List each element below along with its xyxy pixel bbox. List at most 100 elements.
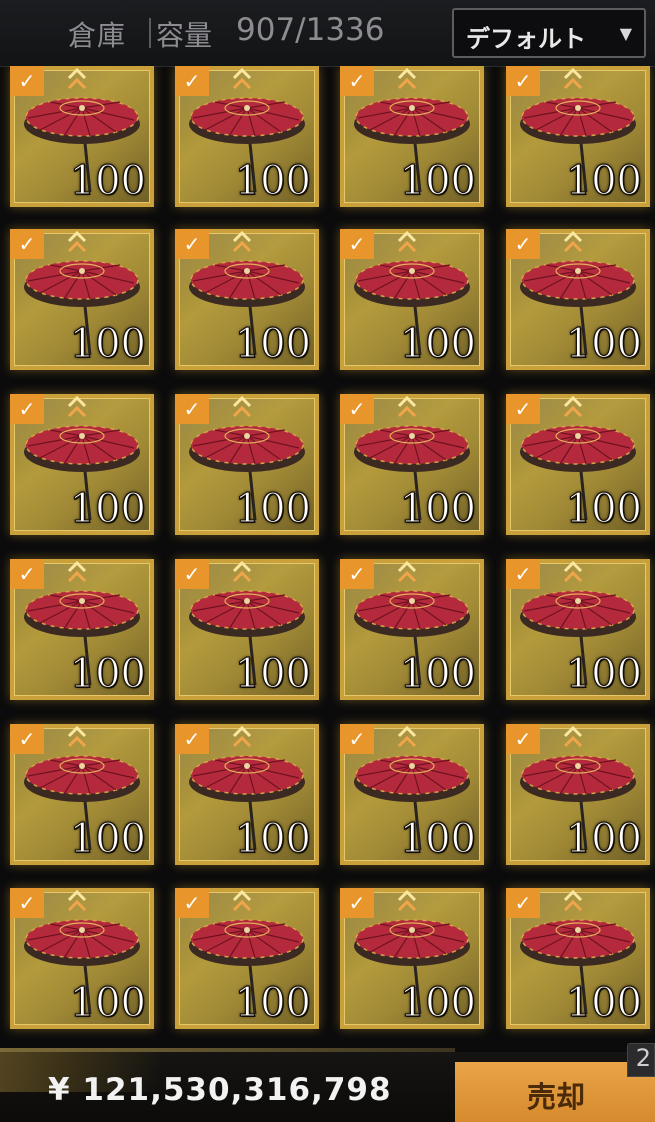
rank-up-chevron-icon <box>67 395 87 418</box>
item-slot[interactable]: ✓ 100 <box>340 229 484 370</box>
item-quantity: 100 <box>565 158 643 204</box>
rank-up-chevron-icon <box>67 230 87 253</box>
rank-up-chevron-icon <box>232 560 252 583</box>
item-slot[interactable]: ✓ 100 <box>340 559 484 700</box>
checkmark-icon[interactable]: ✓ <box>340 229 374 259</box>
item-quantity: 100 <box>234 816 312 862</box>
item-quantity: 100 <box>234 486 312 532</box>
item-slot[interactable]: ✓ 100 <box>506 229 650 370</box>
item-quantity: 100 <box>399 816 477 862</box>
rank-up-chevron-icon <box>397 67 417 90</box>
checkmark-icon[interactable]: ✓ <box>506 229 540 259</box>
item-slot[interactable]: ✓ 100 <box>10 724 154 865</box>
rank-up-chevron-icon <box>232 725 252 748</box>
checkmark-icon[interactable]: ✓ <box>10 229 44 259</box>
item-quantity: 100 <box>69 651 147 697</box>
item-slot[interactable]: ✓ 100 <box>175 394 319 535</box>
item-quantity: 100 <box>69 321 147 367</box>
rank-up-chevron-icon <box>563 230 583 253</box>
checkmark-icon[interactable]: ✓ <box>506 394 540 424</box>
checkmark-icon[interactable]: ✓ <box>340 559 374 589</box>
item-slot[interactable]: ✓ 100 <box>10 229 154 370</box>
warehouse-title: 倉庫 <box>68 19 127 52</box>
checkmark-icon[interactable]: ✓ <box>175 66 209 96</box>
checkmark-icon[interactable]: ✓ <box>506 888 540 918</box>
item-quantity: 100 <box>234 321 312 367</box>
rank-up-chevron-icon <box>563 395 583 418</box>
rank-up-chevron-icon <box>232 67 252 90</box>
item-slot[interactable]: ✓ 100 <box>175 724 319 865</box>
rank-up-chevron-icon <box>232 889 252 912</box>
item-slot[interactable]: ✓ 100 <box>175 888 319 1029</box>
item-slot[interactable]: ✓ 100 <box>175 559 319 700</box>
item-quantity: 100 <box>565 486 643 532</box>
checkmark-icon[interactable]: ✓ <box>175 724 209 754</box>
checkmark-icon[interactable]: ✓ <box>10 888 44 918</box>
rank-up-chevron-icon <box>397 725 417 748</box>
checkmark-icon[interactable]: ✓ <box>10 66 44 96</box>
item-quantity: 100 <box>399 321 477 367</box>
sell-button[interactable]: 売却 <box>455 1062 655 1122</box>
item-slot[interactable]: ✓ 100 <box>10 394 154 535</box>
item-slot[interactable]: ✓ 100 <box>506 888 650 1029</box>
rank-up-chevron-icon <box>563 889 583 912</box>
item-slot[interactable]: ✓ 100 <box>10 559 154 700</box>
rank-up-chevron-icon <box>232 395 252 418</box>
item-slot[interactable]: ✓ 100 <box>10 66 154 207</box>
item-slot[interactable]: ✓ 100 <box>506 559 650 700</box>
checkmark-icon[interactable]: ✓ <box>340 724 374 754</box>
rank-up-chevron-icon <box>563 560 583 583</box>
rank-up-chevron-icon <box>563 67 583 90</box>
header-divider <box>149 18 151 48</box>
item-slot[interactable]: ✓ 100 <box>175 66 319 207</box>
item-quantity: 100 <box>399 158 477 204</box>
sort-dropdown[interactable]: デフォルト ▼ <box>452 8 646 58</box>
item-quantity: 100 <box>69 158 147 204</box>
item-slot[interactable]: ✓ 100 <box>506 394 650 535</box>
money-amount: 121,530,316,798 <box>82 1072 392 1108</box>
item-slot[interactable]: ✓ 100 <box>506 724 650 865</box>
rank-up-chevron-icon <box>67 889 87 912</box>
checkmark-icon[interactable]: ✓ <box>506 724 540 754</box>
item-quantity: 100 <box>565 651 643 697</box>
item-grid: ✓ 100 ✓ 100 ✓ 100 ✓ 100 ✓ 100 ✓ 100 ✓ 10… <box>0 66 655 1038</box>
money-display: ¥ 121,530,316,798 <box>48 1072 392 1108</box>
rank-up-chevron-icon <box>232 230 252 253</box>
checkmark-icon[interactable]: ✓ <box>506 66 540 96</box>
checkmark-icon[interactable]: ✓ <box>175 888 209 918</box>
item-quantity: 100 <box>399 486 477 532</box>
item-slot[interactable]: ✓ 100 <box>340 724 484 865</box>
checkmark-icon[interactable]: ✓ <box>340 394 374 424</box>
item-quantity: 100 <box>69 980 147 1026</box>
checkmark-icon[interactable]: ✓ <box>340 888 374 918</box>
rank-up-chevron-icon <box>67 67 87 90</box>
item-quantity: 100 <box>565 321 643 367</box>
item-quantity: 100 <box>565 816 643 862</box>
checkmark-icon[interactable]: ✓ <box>10 394 44 424</box>
item-slot[interactable]: ✓ 100 <box>340 888 484 1029</box>
item-slot[interactable]: ✓ 100 <box>10 888 154 1029</box>
item-quantity: 100 <box>234 651 312 697</box>
caret-down-icon: ▼ <box>619 24 632 43</box>
rank-up-chevron-icon <box>67 560 87 583</box>
rank-up-chevron-icon <box>397 560 417 583</box>
checkmark-icon[interactable]: ✓ <box>175 229 209 259</box>
capacity-value: 907/1336 <box>236 12 385 48</box>
item-slot[interactable]: ✓ 100 <box>340 394 484 535</box>
checkmark-icon[interactable]: ✓ <box>10 724 44 754</box>
count-badge: 2 <box>627 1043 655 1077</box>
currency-symbol: ¥ <box>48 1072 71 1108</box>
item-slot[interactable]: ✓ 100 <box>506 66 650 207</box>
item-quantity: 100 <box>69 486 147 532</box>
rank-up-chevron-icon <box>563 725 583 748</box>
item-slot[interactable]: ✓ 100 <box>340 66 484 207</box>
item-slot[interactable]: ✓ 100 <box>175 229 319 370</box>
checkmark-icon[interactable]: ✓ <box>10 559 44 589</box>
checkmark-icon[interactable]: ✓ <box>340 66 374 96</box>
checkmark-icon[interactable]: ✓ <box>506 559 540 589</box>
footer-bar: ¥ 121,530,316,798 売却 <box>0 1052 655 1122</box>
checkmark-icon[interactable]: ✓ <box>175 394 209 424</box>
checkmark-icon[interactable]: ✓ <box>175 559 209 589</box>
item-quantity: 100 <box>234 158 312 204</box>
sort-dropdown-label: デフォルト <box>466 25 586 53</box>
